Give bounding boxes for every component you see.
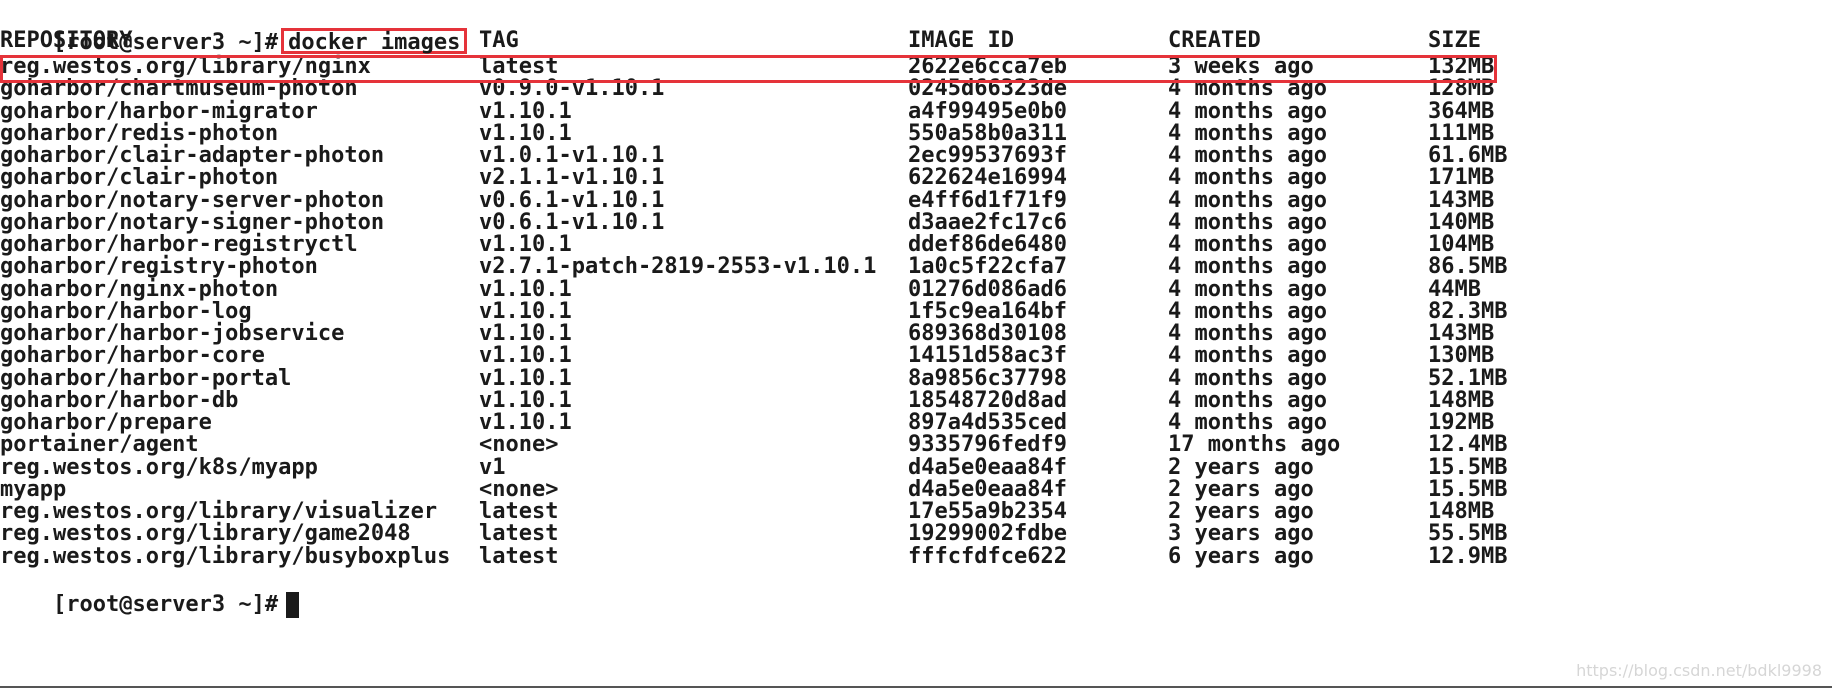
header-created: CREATED (1168, 28, 1261, 53)
header-image-id: IMAGE ID (908, 28, 1014, 53)
text-cursor (286, 591, 300, 618)
table-header: REPOSITORY TAG IMAGE ID CREATED SIZE (0, 28, 1832, 54)
shell-prompt: [root@server3 ~]# (52, 591, 279, 617)
command-line: [root@server3 ~]# docker images (0, 2, 1832, 55)
watermark: https://blog.csdn.net/bdkl9998 (1576, 661, 1822, 680)
final-command-line[interactable]: [root@server3 ~]# (0, 566, 1832, 618)
header-tag: TAG (479, 28, 519, 53)
terminal-window[interactable]: [root@server3 ~]# docker images REPOSITOR… (0, 0, 1832, 688)
header-size: SIZE (1428, 28, 1481, 53)
header-repository: REPOSITORY (0, 28, 133, 53)
